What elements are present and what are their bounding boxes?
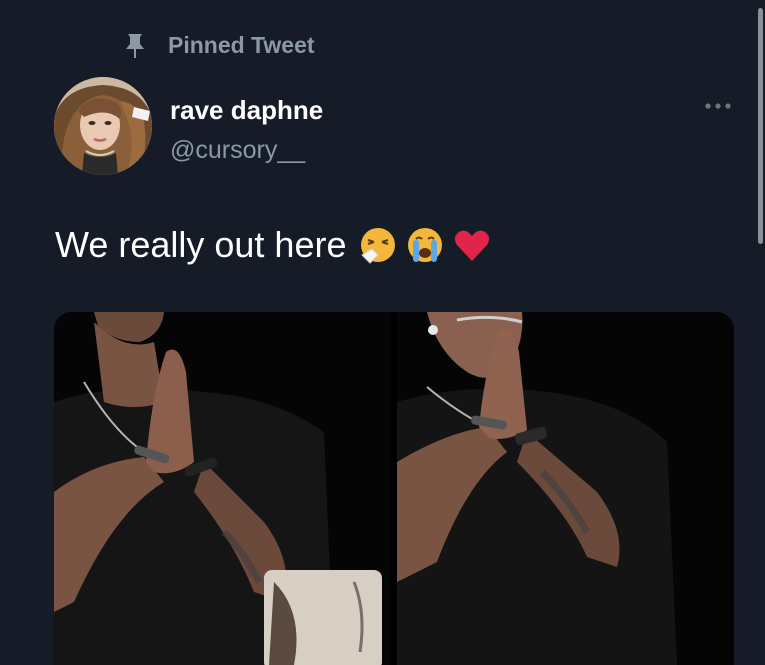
scrollbar-thumb[interactable] — [758, 8, 763, 244]
loudly-crying-face-emoji-icon — [405, 225, 445, 265]
scrollbar[interactable] — [753, 0, 765, 665]
photo-right[interactable] — [397, 312, 734, 665]
tweet-text-content: We really out here — [55, 224, 347, 265]
avatar[interactable] — [54, 77, 152, 175]
tweet-text: We really out here — [55, 222, 499, 268]
red-heart-emoji-icon — [452, 225, 492, 265]
more-icon — [703, 98, 733, 116]
tweet-media — [54, 312, 734, 665]
tweet-emojis — [358, 225, 499, 265]
photo-left[interactable] — [54, 312, 391, 665]
more-options-button[interactable] — [696, 92, 740, 122]
pinned-tweet-indicator: Pinned Tweet — [120, 28, 315, 62]
author-name[interactable]: rave daphne — [170, 95, 323, 126]
pin-icon — [120, 30, 150, 60]
tweet-page: Pinned Tweet rave daphne @cursory__ We r… — [0, 0, 765, 665]
pinned-tweet-label: Pinned Tweet — [168, 31, 315, 58]
sneezing-face-emoji-icon — [358, 225, 398, 265]
author-handle[interactable]: @cursory__ — [170, 136, 305, 165]
